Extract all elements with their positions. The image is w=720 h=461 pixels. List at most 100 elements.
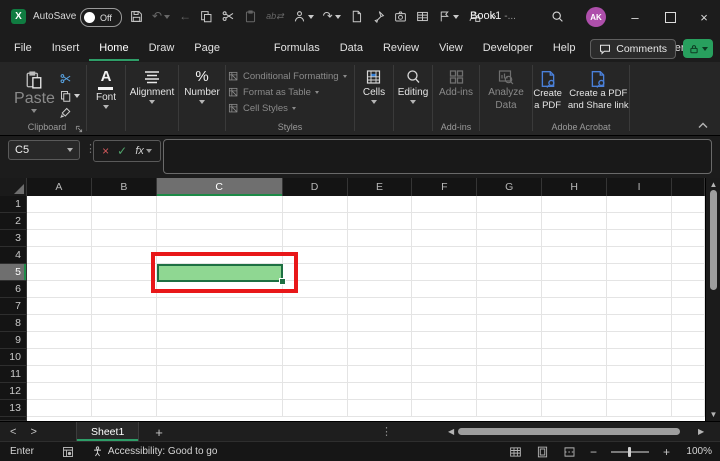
cell-D12[interactable] (282, 383, 348, 400)
column-header-F[interactable]: F (412, 178, 478, 196)
cell-H5[interactable] (542, 264, 608, 281)
cell-B3[interactable] (91, 230, 157, 247)
cell-B1[interactable] (91, 196, 157, 213)
zoom-out-button[interactable]: − (590, 445, 597, 459)
cell-I13[interactable] (607, 400, 673, 417)
scroll-up-icon[interactable]: ▲ (706, 180, 720, 189)
copy-button[interactable] (60, 89, 80, 102)
row-header-7[interactable]: 7 (0, 298, 27, 315)
macro-record-icon[interactable] (62, 446, 74, 458)
paste-special-icon[interactable] (244, 10, 257, 23)
cell-D2[interactable] (282, 213, 348, 230)
accessibility-status[interactable]: Accessibility: Good to go (92, 446, 217, 457)
cell-I11[interactable] (607, 366, 673, 383)
editing-button[interactable]: Editing (398, 67, 428, 104)
cell-partial-3[interactable] (672, 230, 705, 247)
cell-C11[interactable] (156, 366, 283, 383)
cell-I3[interactable] (607, 230, 673, 247)
cell-H7[interactable] (542, 298, 608, 315)
cell-partial-9[interactable] (672, 332, 705, 349)
tab-review[interactable]: Review (373, 35, 429, 61)
formula-input[interactable] (163, 139, 712, 174)
avatar[interactable]: AK (586, 7, 606, 27)
cell-E7[interactable] (347, 298, 413, 315)
cell-H8[interactable] (542, 315, 608, 332)
column-header-B[interactable]: B (92, 178, 157, 196)
cancel-icon[interactable]: × (102, 144, 109, 158)
clipboard-dialog-launcher-icon[interactable] (75, 125, 83, 133)
cell-B6[interactable] (91, 281, 157, 298)
cell-F1[interactable] (412, 196, 478, 213)
scroll-left-icon[interactable]: ◀ (448, 427, 454, 436)
cell-A10[interactable] (26, 349, 92, 366)
column-header-E[interactable]: E (348, 178, 413, 196)
tab-help[interactable]: Help (543, 35, 586, 61)
cell-G7[interactable] (477, 298, 543, 315)
cell-C9[interactable] (156, 332, 283, 349)
font-button[interactable]: A Font (96, 67, 116, 109)
cell-I7[interactable] (607, 298, 673, 315)
cell-F10[interactable] (412, 349, 478, 366)
cell-G9[interactable] (477, 332, 543, 349)
cell-E8[interactable] (347, 315, 413, 332)
cell-A9[interactable] (26, 332, 92, 349)
alignment-button[interactable]: Alignment (130, 67, 174, 104)
cell-E12[interactable] (347, 383, 413, 400)
cell-D8[interactable] (282, 315, 348, 332)
cell-A5[interactable] (26, 264, 92, 281)
cell-partial-13[interactable] (672, 400, 705, 417)
enter-icon[interactable]: ✓ (117, 144, 127, 158)
cell-D11[interactable] (282, 366, 348, 383)
collapse-ribbon-icon[interactable] (698, 122, 708, 129)
cell-B10[interactable] (91, 349, 157, 366)
cell-B4[interactable] (91, 247, 157, 264)
create-pdf-button[interactable]: Create a PDF (533, 70, 562, 111)
save-icon[interactable] (130, 10, 143, 23)
close-button[interactable]: × (688, 0, 720, 34)
cell-F12[interactable] (412, 383, 478, 400)
cell-A4[interactable] (26, 247, 92, 264)
pin-icon[interactable] (372, 10, 385, 23)
cell-F5[interactable] (412, 264, 478, 281)
row-header-8[interactable]: 8 (0, 315, 27, 332)
cell-F7[interactable] (412, 298, 478, 315)
cell-partial-2[interactable] (672, 213, 705, 230)
cell-E3[interactable] (347, 230, 413, 247)
cell-F13[interactable] (412, 400, 478, 417)
cell-G3[interactable] (477, 230, 543, 247)
row-header-2[interactable]: 2 (0, 213, 27, 230)
cell-partial-11[interactable] (672, 366, 705, 383)
cell-C2[interactable] (156, 213, 283, 230)
row-header-12[interactable]: 12 (0, 383, 27, 400)
cell-E1[interactable] (347, 196, 413, 213)
cell-A12[interactable] (26, 383, 92, 400)
create-pdf-share-link-button[interactable]: Create a PDF and Share link (568, 70, 629, 111)
format-as-table-button[interactable]: Format as Table (228, 86, 347, 99)
row-header-6[interactable]: 6 (0, 281, 27, 298)
cell-I2[interactable] (607, 213, 673, 230)
cell-B7[interactable] (91, 298, 157, 315)
cell-G1[interactable] (477, 196, 543, 213)
cell-E10[interactable] (347, 349, 413, 366)
row-header-5[interactable]: 5 (0, 264, 27, 281)
cell-H3[interactable] (542, 230, 608, 247)
tab-data[interactable]: Data (330, 35, 373, 61)
next-sheet-icon[interactable]: > (30, 426, 36, 438)
cell-partial-1[interactable] (672, 196, 705, 213)
cell-partial-8[interactable] (672, 315, 705, 332)
tab-developer[interactable]: Developer (473, 35, 543, 61)
cell-A2[interactable] (26, 213, 92, 230)
cell-E9[interactable] (347, 332, 413, 349)
paste-button[interactable]: Paste (14, 71, 55, 119)
cell-I5[interactable] (607, 264, 673, 281)
column-header-I[interactable]: I (607, 178, 673, 196)
copy-icon[interactable] (200, 10, 213, 23)
cell-H4[interactable] (542, 247, 608, 264)
cell-E6[interactable] (347, 281, 413, 298)
new-file-icon[interactable] (350, 10, 363, 23)
conditional-formatting-button[interactable]: Conditional Formatting (228, 70, 347, 83)
minimize-button[interactable]: – (618, 0, 652, 34)
draw-person-icon[interactable] (293, 10, 314, 23)
camera-icon[interactable] (394, 10, 407, 23)
cell-D7[interactable] (282, 298, 348, 315)
